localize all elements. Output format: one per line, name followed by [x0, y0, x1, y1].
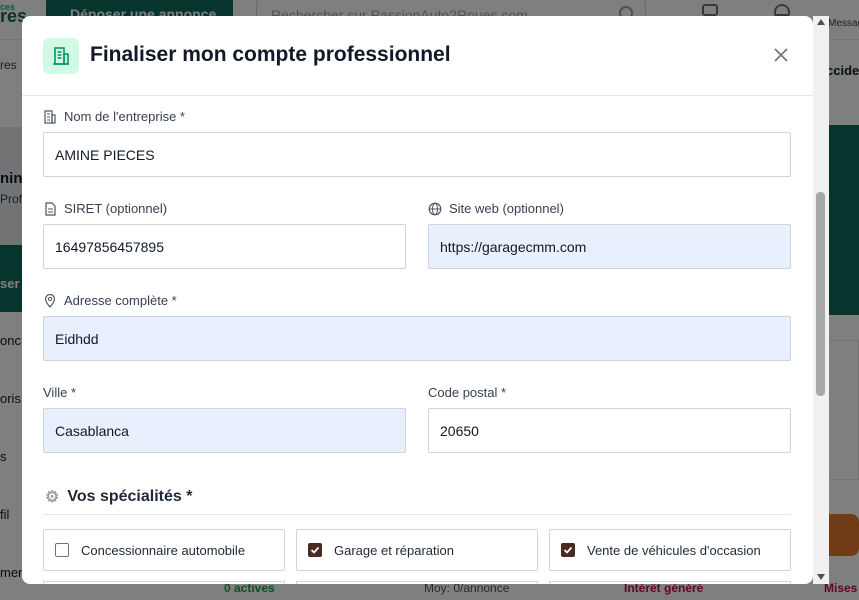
specialty-dealer[interactable]: Concessionnaire automobile — [43, 529, 285, 571]
scroll-down-arrow-icon[interactable] — [817, 574, 825, 580]
website-label-text: Site web (optionnel) — [449, 201, 564, 216]
finalize-account-modal: Finaliser mon compte professionnel Nom d… — [22, 16, 813, 584]
siret-label: SIRET (optionnel) — [43, 201, 167, 216]
postal-code-label: Code postal * — [428, 385, 507, 400]
siret-label-text: SIRET (optionnel) — [64, 201, 168, 216]
specialty-label: Concessionnaire automobile — [81, 542, 246, 558]
checkbox-checked[interactable] — [561, 543, 575, 557]
specialty-card-partial[interactable] — [549, 581, 791, 584]
building-icon — [43, 109, 57, 124]
modal-header: Finaliser mon compte professionnel — [22, 16, 813, 96]
company-name-label-text: Nom de l'entreprise * — [64, 109, 185, 124]
check-icon — [310, 546, 320, 554]
company-name-label: Nom de l'entreprise * — [43, 109, 185, 124]
document-icon — [43, 201, 57, 216]
gear-icon: ⚙ — [45, 489, 60, 506]
website-input[interactable] — [428, 224, 791, 269]
scroll-up-arrow-icon[interactable] — [817, 19, 825, 25]
specialty-card-partial[interactable] — [43, 581, 285, 584]
check-icon — [563, 546, 573, 554]
close-icon[interactable] — [774, 48, 788, 62]
close-button[interactable] — [770, 44, 792, 66]
specialty-used-vehicles[interactable]: Vente de véhicules d'occasion — [549, 529, 791, 571]
address-input[interactable] — [43, 316, 791, 361]
specialty-card-partial[interactable] — [296, 581, 538, 584]
specialty-label: Garage et réparation — [334, 542, 454, 558]
address-label-text: Adresse complète * — [64, 293, 177, 308]
website-label: Site web (optionnel) — [428, 201, 564, 216]
globe-icon — [428, 202, 442, 216]
specialty-garage[interactable]: Garage et réparation — [296, 529, 538, 571]
specialties-title-text: Vos spécialités * — [67, 488, 193, 505]
modal-scrollbar[interactable] — [813, 16, 829, 584]
checkbox-checked[interactable] — [308, 543, 322, 557]
postal-code-input[interactable] — [428, 408, 791, 453]
map-pin-icon — [43, 293, 57, 308]
section-divider — [43, 514, 791, 515]
city-input[interactable] — [43, 408, 406, 453]
scrollbar-thumb[interactable] — [816, 192, 825, 396]
specialties-title: ⚙ Vos spécialités * — [45, 487, 192, 507]
city-label: Ville * — [43, 385, 77, 400]
specialty-label: Vente de véhicules d'occasion — [587, 542, 761, 558]
company-name-input[interactable] — [43, 132, 791, 177]
address-label: Adresse complète * — [43, 293, 177, 308]
checkbox-unchecked[interactable] — [55, 543, 69, 557]
building-icon — [43, 38, 79, 74]
modal-title: Finaliser mon compte professionnel — [90, 43, 451, 66]
siret-input[interactable] — [43, 224, 406, 269]
